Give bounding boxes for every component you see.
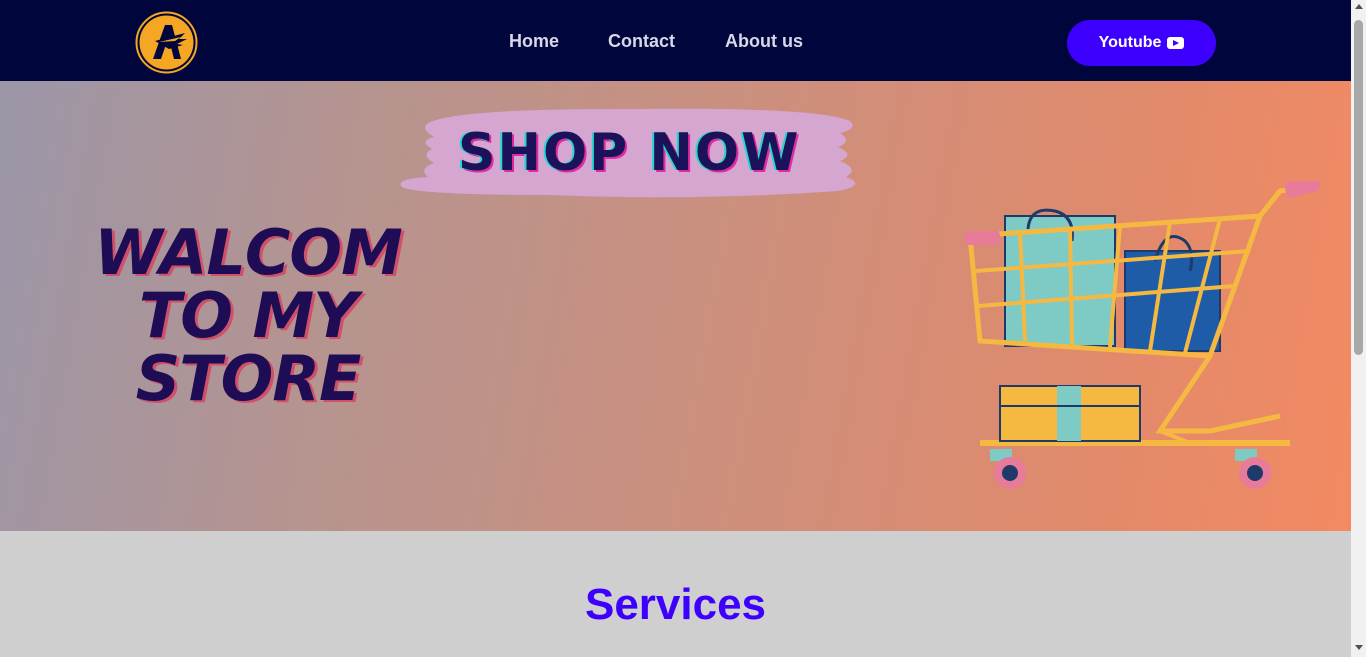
nav-contact-link[interactable]: Contact xyxy=(608,31,688,52)
youtube-button[interactable]: Youtube xyxy=(1067,20,1216,66)
youtube-play-icon xyxy=(1167,37,1185,49)
nav-home-link[interactable]: Home xyxy=(509,31,569,52)
youtube-button-label: Youtube xyxy=(1098,34,1162,51)
logo-icon[interactable] xyxy=(135,11,198,74)
welcome-line-2: TO MY xyxy=(138,279,358,352)
shop-now-heading[interactable]: SHOP NOW xyxy=(458,123,808,183)
welcome-line-1: WALCOM xyxy=(94,216,403,289)
nav-about-link[interactable]: About us xyxy=(725,31,815,52)
page-scrollbar[interactable] xyxy=(1351,0,1366,657)
scroll-down-arrow-icon[interactable] xyxy=(1355,645,1363,650)
scrollbar-thumb[interactable] xyxy=(1354,20,1363,355)
navbar: Home Contact About us Youtube xyxy=(0,0,1351,81)
hero-banner: SHOP NOW WALCOM TO MY STORE xyxy=(0,81,1351,531)
scroll-up-arrow-icon[interactable] xyxy=(1355,4,1363,9)
welcome-heading: WALCOM TO MY STORE xyxy=(78,221,418,410)
services-heading: Services xyxy=(584,580,767,629)
shopping-cart-icon xyxy=(965,181,1321,489)
welcome-line-3: STORE xyxy=(135,342,362,415)
